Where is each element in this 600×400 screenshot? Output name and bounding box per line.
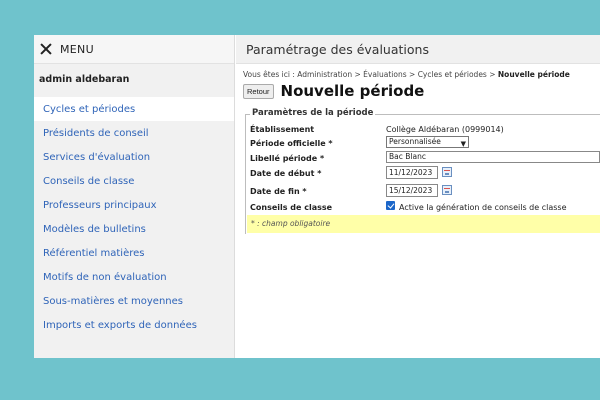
libelle-label: Libellé période * [250,154,325,163]
etablissement-label: Établissement [250,125,315,134]
calendar-icon[interactable] [442,167,452,177]
etablissement-value: Collège Aldébaran (0999014) [386,125,504,134]
calendar-icon[interactable] [442,185,452,195]
user-name: admin aldebaran [39,74,130,85]
menu-toggle[interactable]: MENU [34,35,234,64]
fieldset-legend: Paramètres de la période [250,108,376,118]
sidebar: MENU admin aldebaran Cycles et périodes … [34,35,235,358]
chevron-down-icon: ▼ [460,140,466,148]
conseils-classe-label: Conseils de classe [250,203,333,212]
sidebar-item-referentiel-matieres[interactable]: Référentiel matières [34,241,234,265]
periode-officielle-label: Période officielle * [250,139,333,148]
menu-label: MENU [60,42,94,56]
breadcrumb-current: Nouvelle période [497,70,570,79]
sidebar-item-cycles-periodes[interactable]: Cycles et périodes [34,97,234,121]
sidebar-item-professeurs-principaux[interactable]: Professeurs principaux [34,193,234,217]
sidebar-item-modeles-bulletins[interactable]: Modèles de bulletins [34,217,234,241]
sidebar-item-conseils-classe[interactable]: Conseils de classe [34,169,234,193]
periode-officielle-value: Personnalisée [389,137,441,146]
date-fin-input[interactable]: 15/12/2023 [386,184,438,197]
sidebar-item-presidents-conseil[interactable]: Présidents de conseil [34,121,234,145]
page-title: Nouvelle période [280,82,425,100]
sidebar-item-sous-matieres[interactable]: Sous-matières et moyennes [34,289,234,313]
required-field-note: * : champ obligatoire [247,215,600,233]
conseils-classe-checkbox[interactable] [386,201,395,210]
app-window: MENU admin aldebaran Cycles et périodes … [34,35,600,358]
main-content: Paramétrage des évaluations Vous êtes ic… [236,35,600,358]
period-settings-fieldset: Paramètres de la période Établissement C… [245,108,600,234]
conseils-classe-check-label[interactable]: Active la génération de conseils de clas… [399,203,566,212]
date-fin-label: Date de fin * [250,187,307,196]
breadcrumb: Vous êtes ici : Administration > Évaluat… [236,64,600,80]
sidebar-item-motifs-non-evaluation[interactable]: Motifs de non évaluation [34,265,234,289]
date-debut-input[interactable]: 11/12/2023 [386,166,438,179]
breadcrumb-path[interactable]: Vous êtes ici : Administration > Évaluat… [243,70,496,79]
sidebar-item-imports-exports[interactable]: Imports et exports de données [34,313,234,337]
title-row: Retour Nouvelle période [236,80,600,102]
back-button[interactable]: Retour [243,83,274,99]
page-header-title: Paramétrage des évaluations [236,35,600,64]
close-icon[interactable] [40,43,52,55]
sidebar-item-services-evaluation[interactable]: Services d'évaluation [34,145,234,169]
date-debut-label: Date de début * [250,169,322,178]
libelle-input[interactable]: Bac Blanc [386,151,600,163]
periode-officielle-select[interactable]: Personnalisée ▼ [386,136,469,148]
